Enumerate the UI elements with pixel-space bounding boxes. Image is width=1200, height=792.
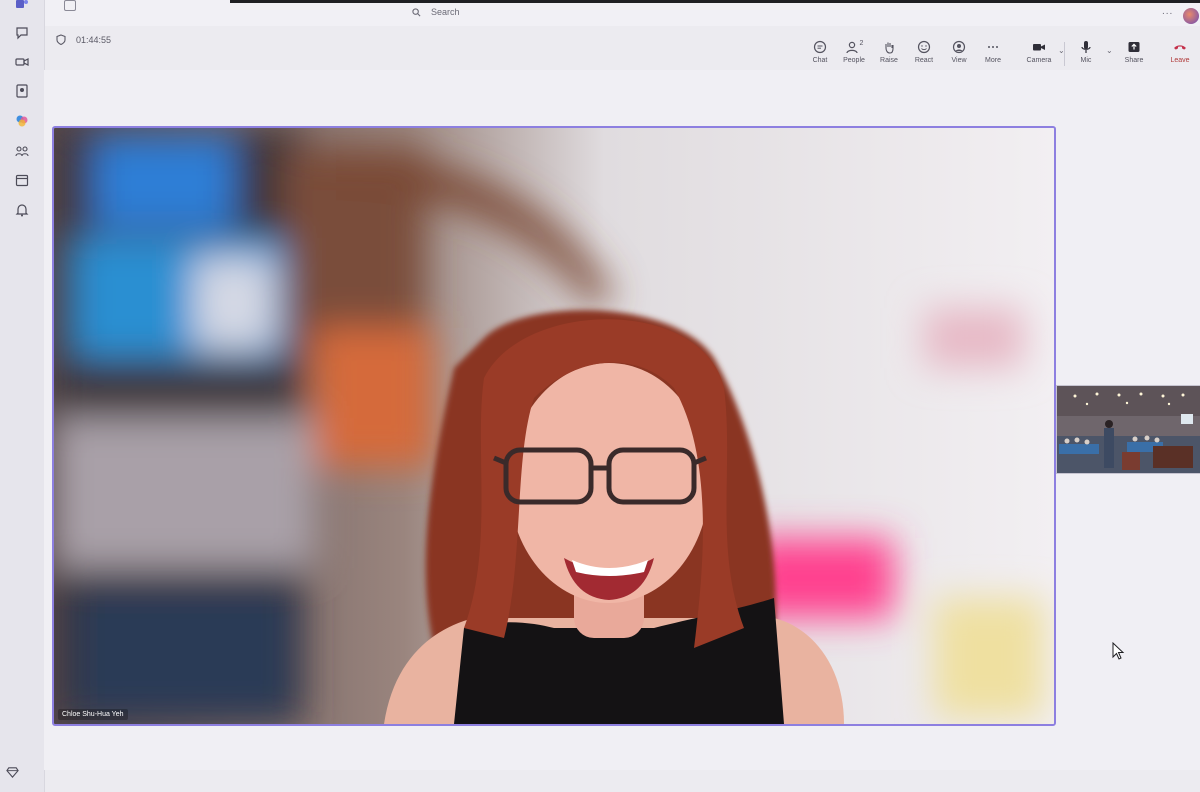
video-icon[interactable] xyxy=(12,52,32,72)
meeting-toolbar: 01:44:55 Chat 2 People Raise React View … xyxy=(46,26,1200,70)
teams-icon[interactable] xyxy=(12,0,32,14)
react-button[interactable]: React xyxy=(907,40,941,64)
copilot-icon[interactable] xyxy=(12,111,32,131)
more-options-button[interactable]: ... xyxy=(1162,6,1173,17)
app-rail xyxy=(0,0,45,792)
more-button[interactable]: More xyxy=(976,40,1010,64)
mic-button[interactable]: Mic xyxy=(1069,40,1103,64)
shield-icon xyxy=(56,34,66,45)
profile-avatar[interactable] xyxy=(1183,8,1199,24)
room-video-frame xyxy=(1057,386,1200,473)
participant-name-label: Chloe Shu-Hua Yeh xyxy=(58,709,128,720)
chat-icon xyxy=(813,40,827,54)
search-label: Search xyxy=(431,7,460,17)
video-frame xyxy=(54,128,1054,724)
people-icon[interactable] xyxy=(12,141,32,161)
camera-button[interactable]: Camera xyxy=(1022,40,1056,64)
chat-label: Chat xyxy=(812,57,828,64)
smiley-icon xyxy=(917,40,931,54)
share-label: Share xyxy=(1124,57,1144,64)
mic-options-chevron-icon[interactable]: ⌄ xyxy=(1106,46,1113,55)
people-button[interactable]: 2 People xyxy=(837,40,871,64)
main-participant-video[interactable]: Chloe Shu-Hua Yeh xyxy=(52,126,1056,726)
contacts-icon[interactable] xyxy=(12,81,32,101)
mic-label: Mic xyxy=(1080,57,1092,64)
raise-label: Raise xyxy=(880,57,898,64)
more-label: More xyxy=(985,57,1001,64)
calendar-icon[interactable] xyxy=(12,170,32,190)
view-label: View xyxy=(951,57,967,64)
hand-icon xyxy=(885,42,894,54)
person-icon xyxy=(845,41,858,54)
leave-button[interactable]: Leave xyxy=(1163,40,1197,64)
screen-edge xyxy=(230,0,1200,3)
gem-icon[interactable] xyxy=(6,766,19,784)
camera-options-chevron-icon[interactable]: ⌄ xyxy=(1058,46,1065,55)
view-icon xyxy=(952,40,966,54)
more-icon xyxy=(988,46,998,48)
camera-icon xyxy=(1033,44,1045,51)
people-count: 2 xyxy=(859,40,864,47)
title-bar: Search ... xyxy=(0,0,1200,26)
room-thumbnail-video[interactable] xyxy=(1056,385,1200,474)
camera-label: Camera xyxy=(1026,57,1052,64)
people-label: People xyxy=(843,57,865,64)
share-icon xyxy=(1128,42,1140,52)
search-box[interactable]: Search xyxy=(412,7,460,17)
share-button[interactable]: Share xyxy=(1117,40,1151,64)
window-icon[interactable] xyxy=(64,0,76,11)
mic-icon xyxy=(1081,41,1091,53)
react-label: React xyxy=(914,57,934,64)
hangup-icon xyxy=(1174,45,1186,50)
meeting-timer: 01:44:55 xyxy=(56,34,111,45)
leave-label: Leave xyxy=(1170,57,1190,64)
bell-icon[interactable] xyxy=(12,200,32,220)
chat-icon[interactable] xyxy=(12,23,32,43)
chat-button[interactable]: Chat xyxy=(803,40,837,64)
view-button[interactable]: View xyxy=(942,40,976,64)
raise-hand-button[interactable]: Raise xyxy=(872,40,906,64)
timer-text: 01:44:55 xyxy=(76,34,112,45)
search-icon xyxy=(412,7,421,16)
mouse-cursor-icon xyxy=(1112,642,1125,660)
